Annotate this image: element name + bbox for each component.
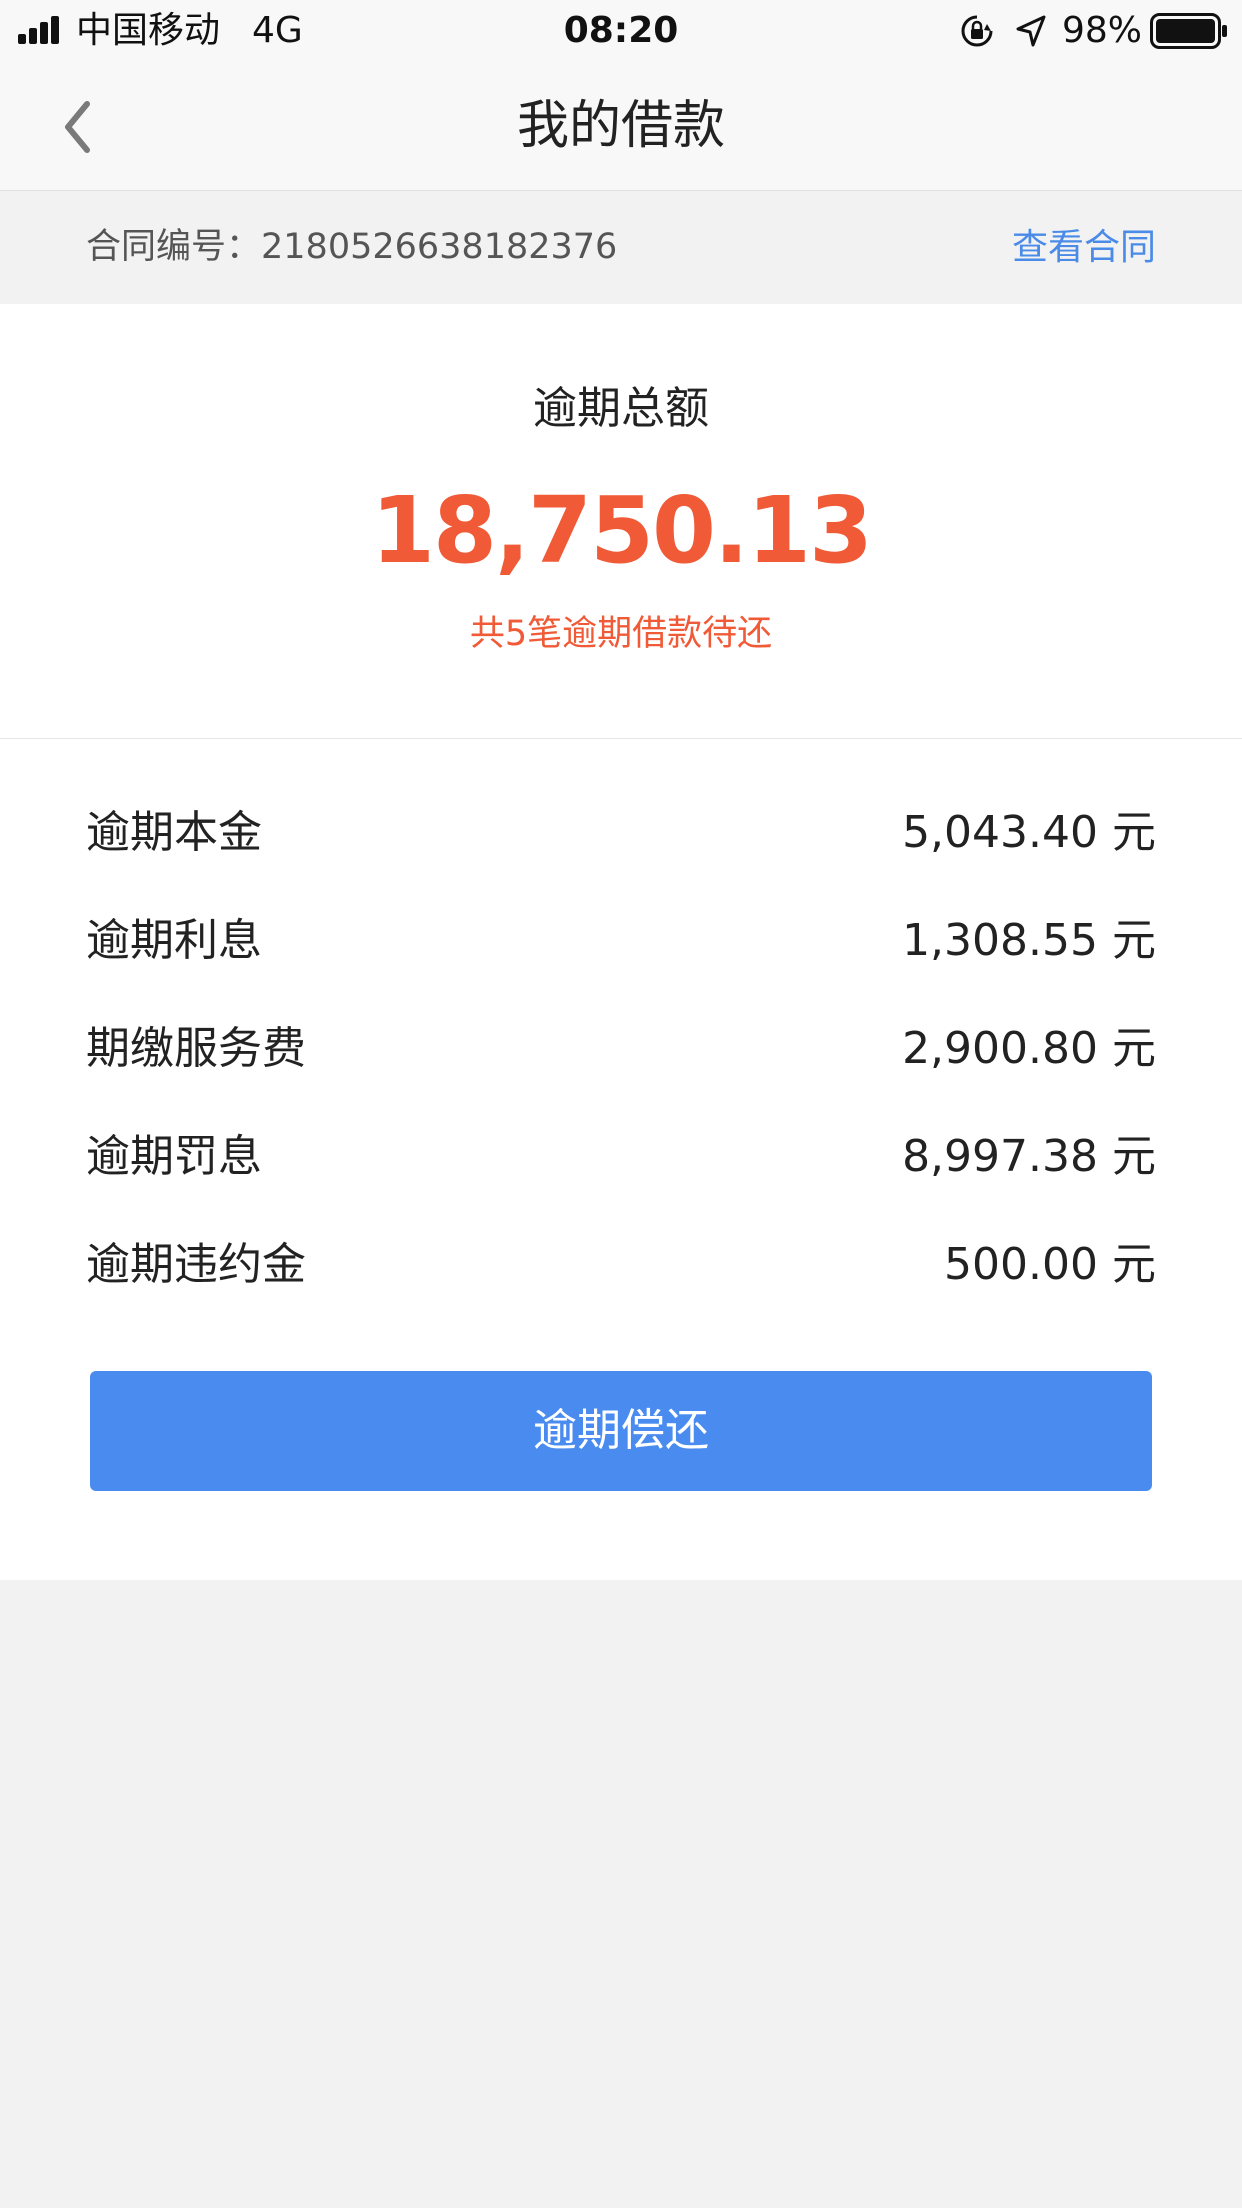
contract-number: 合同编号：2180526638182376 (86, 191, 617, 304)
overdue-summary: 逾期总额 18,750.13 共5笔逾期借款待还 (0, 304, 1242, 739)
detail-row-interest: 逾期利息 1,308.55 元 (86, 901, 1156, 981)
overdue-repay-button[interactable]: 逾期偿还 (90, 1371, 1152, 1491)
navigation-bar: 我的借款 (0, 62, 1242, 191)
detail-value: 500.00 元 (944, 1239, 1156, 1290)
detail-value: 8,997.38 元 (902, 1131, 1156, 1182)
detail-row-principal: 逾期本金 5,043.40 元 (86, 793, 1156, 873)
contract-bar: 合同编号：2180526638182376 查看合同 (0, 191, 1242, 304)
status-bar: 中国移动 4G 08:20 98% (0, 0, 1242, 62)
overdue-details: 逾期本金 5,043.40 元 逾期利息 1,308.55 元 期缴服务费 2,… (0, 739, 1242, 1580)
contract-number-label: 合同编号： (86, 227, 262, 267)
page-title: 我的借款 (516, 96, 725, 156)
detail-value: 1,308.55 元 (902, 915, 1156, 966)
detail-row-penalty-interest: 逾期罚息 8,997.38 元 (86, 1117, 1156, 1197)
chevron-left-icon (65, 101, 90, 153)
overdue-count-note: 共5笔逾期借款待还 (469, 614, 773, 654)
back-button[interactable] (50, 92, 120, 162)
battery-percent: 98% (1062, 10, 1143, 51)
status-time: 08:20 (563, 10, 679, 51)
overdue-total-label: 逾期总额 (533, 383, 709, 434)
lock-rotation-icon (961, 15, 993, 47)
location-icon (1016, 15, 1046, 47)
detail-label: 逾期违约金 (86, 1239, 306, 1290)
detail-label: 逾期罚息 (86, 1131, 262, 1182)
detail-value: 2,900.80 元 (902, 1023, 1156, 1074)
view-contract-link[interactable]: 查看合同 (1012, 191, 1156, 304)
detail-label: 逾期利息 (86, 915, 262, 966)
detail-row-breach-fee: 逾期违约金 500.00 元 (86, 1225, 1156, 1305)
battery-icon (1150, 13, 1227, 49)
overdue-total-amount: 18,750.13 (371, 477, 873, 584)
contract-number-value: 2180526638182376 (261, 227, 618, 267)
detail-label: 逾期本金 (86, 807, 262, 858)
detail-value: 5,043.40 元 (902, 807, 1156, 858)
detail-row-service-fee: 期缴服务费 2,900.80 元 (86, 1009, 1156, 1089)
detail-label: 期缴服务费 (86, 1023, 306, 1074)
